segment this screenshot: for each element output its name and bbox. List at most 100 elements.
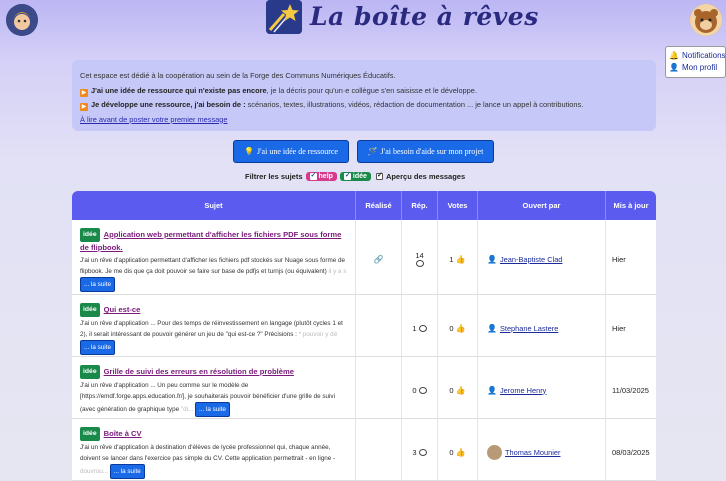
read-more-button[interactable]: ... la suite <box>109 464 145 479</box>
replies-cell: 3 <box>402 419 438 481</box>
author-link[interactable]: Thomas Mounier <box>505 448 560 457</box>
updated-cell: 08/03/2025 <box>612 447 650 457</box>
votes-cell: 1 👍 <box>438 220 478 298</box>
new-idea-button[interactable]: 💡 J'ai une idée de ressource <box>233 140 349 163</box>
col-opened-by[interactable]: Ouvert par <box>478 191 606 220</box>
filter-help-label: help <box>318 173 333 180</box>
vote-count: 0 <box>449 323 454 333</box>
topic-title-link[interactable]: Grille de suivi des erreurs en résolutio… <box>104 367 294 376</box>
info-help-bold: Je développe une ressource, j'ai besoin … <box>91 100 246 109</box>
reply-count: 14 <box>415 251 424 260</box>
subject-cell: idée Qui est-ce J'ai un rêve d'applicatio… <box>72 295 356 361</box>
thumbs-up-icon[interactable]: 👍 <box>456 324 466 333</box>
shooting-star-logo-icon <box>266 0 302 34</box>
topic-title-link[interactable]: Application web permettant d'afficher le… <box>80 230 341 252</box>
updated-cell: Hier <box>612 254 626 264</box>
info-panel: Cet espace est dédié à la coopération au… <box>72 60 656 131</box>
magic-wand-icon: 🪄 <box>367 147 378 156</box>
table-row: idée Qui est-ce J'ai un rêve d'applicatio… <box>72 295 656 361</box>
read-more-button[interactable]: ... la suite <box>80 277 115 292</box>
menu-item-profile[interactable]: 👤 Mon profil <box>669 62 722 74</box>
info-line-help: ▶ Je développe une ressource, j'ai besoin… <box>80 98 648 113</box>
menu-item-notifications[interactable]: 🔔 Notifications <box>669 50 725 62</box>
updated-cell: 11/03/2025 <box>612 385 649 395</box>
info-idea-rest: , je la décris pour qu'un·e collègue s'e… <box>266 85 477 95</box>
author-link[interactable]: Jean-Baptiste Clad <box>500 255 562 264</box>
read-first-link[interactable]: À lire avant de poster votre premier mes… <box>80 115 227 124</box>
topic-excerpt-fade: "di... <box>180 406 194 413</box>
replies-cell: 14 <box>402 220 438 298</box>
link-icon[interactable]: 🔗 <box>374 255 384 264</box>
menu-item-label: Mon profil <box>681 63 718 72</box>
site-title[interactable]: La boîte à rêves <box>310 2 539 34</box>
person-icon: 👤 <box>669 63 679 72</box>
done-cell <box>356 419 402 481</box>
idee-tag: idée <box>80 427 100 441</box>
col-votes[interactable]: Votes <box>438 191 478 220</box>
table-row: idée Grille de suivi des erreurs en résol… <box>72 357 656 423</box>
author-avatar <box>487 444 502 460</box>
speech-bubble-icon <box>415 260 424 267</box>
votes-cell: 0 👍 <box>438 357 478 423</box>
topic-excerpt-fade: douvrou... <box>80 468 109 475</box>
table-row: idée Application web permettant d'affiche… <box>72 220 656 298</box>
author-link[interactable]: Jerome Henry <box>500 386 546 395</box>
reply-count: 1 <box>412 323 417 333</box>
info-idea-bold: J'ai une idée de ressource qui n'existe … <box>91 85 267 95</box>
info-intro: Cet espace est dédié à la coopération au… <box>80 71 396 80</box>
speech-bubble-icon <box>418 386 427 394</box>
done-cell <box>356 357 402 423</box>
thumbs-up-icon[interactable]: 👍 <box>456 386 466 395</box>
subject-cell: idée Boîte à CV J'ai un rêve d'applicatio… <box>72 419 356 481</box>
read-more-button[interactable]: ... la suite <box>80 340 115 355</box>
lightbulb-icon: 💡 <box>244 147 254 156</box>
filter-idee-tag[interactable]: idée <box>339 171 371 181</box>
play-arrow-icon: ▶ <box>80 88 88 97</box>
vote-count: 0 <box>449 385 454 395</box>
read-more-button[interactable]: ... la suite <box>194 402 230 417</box>
col-done[interactable]: Réalisé <box>356 191 402 220</box>
filter-help-tag[interactable]: help <box>305 171 337 181</box>
idee-tag: idée <box>80 303 100 317</box>
help-checkbox[interactable] <box>309 171 317 180</box>
subject-cell: idée Application web permettant d'affiche… <box>72 220 356 298</box>
col-subject[interactable]: Sujet <box>72 191 356 220</box>
idee-tag: idée <box>80 365 100 379</box>
topic-excerpt-fade: * pouvoir y dé <box>298 331 338 338</box>
play-arrow-icon: ▶ <box>80 103 88 111</box>
bell-icon: 🔔 <box>669 51 679 60</box>
table-row: idée Boîte à CV J'ai un rêve d'applicatio… <box>72 419 656 481</box>
info-help-rest: scénarios, textes, illustrations, vidéos… <box>245 100 584 109</box>
preview-label: Aperçu des messages <box>385 172 466 181</box>
person-icon: 👤 <box>487 323 497 333</box>
vote-count: 1 <box>449 254 454 264</box>
topic-excerpt: J'ai un rêve d'application à destination… <box>80 444 336 462</box>
thumbs-up-icon[interactable]: 👍 <box>456 448 466 457</box>
topic-title-link[interactable]: Qui est-ce <box>104 305 141 314</box>
new-idea-label: J'ai une idée de ressource <box>257 147 338 156</box>
subject-cell: idée Grille de suivi des erreurs en résol… <box>72 357 356 423</box>
done-cell: 🔗 <box>356 220 402 298</box>
request-help-label: J'ai besoin d'aide sur mon projet <box>380 147 484 156</box>
done-cell <box>356 295 402 361</box>
replies-cell: 1 <box>402 295 438 361</box>
thumbs-up-icon[interactable]: 👍 <box>456 255 466 264</box>
idee-checkbox[interactable] <box>343 171 351 180</box>
preview-checkbox[interactable] <box>375 171 383 180</box>
person-icon: 👤 <box>487 254 497 264</box>
updated-cell: Hier <box>612 323 626 333</box>
reply-count: 3 <box>412 447 417 457</box>
col-updated[interactable]: Mis à jour <box>606 191 656 220</box>
author-cell: 👤 Jean-Baptiste Clad <box>478 220 606 298</box>
request-help-button[interactable]: 🪄 J'ai besoin d'aide sur mon projet <box>357 140 494 163</box>
topic-title-link[interactable]: Boîte à CV <box>104 429 142 438</box>
user-avatar-icon[interactable] <box>690 4 722 36</box>
author-cell: Thomas Mounier <box>478 419 606 481</box>
site-avatar-icon <box>6 4 38 36</box>
user-dropdown-menu: 🔔 Notifications 👤 Mon profil <box>665 46 726 78</box>
author-link[interactable]: Stephane Lastere <box>500 324 558 333</box>
col-replies[interactable]: Rép. <box>402 191 438 220</box>
topics-table: Sujet Réalisé Rép. Votes Ouvert par Mis … <box>72 191 656 481</box>
speech-bubble-icon <box>418 324 427 332</box>
filter-label: Filtrer les sujets <box>245 172 303 181</box>
